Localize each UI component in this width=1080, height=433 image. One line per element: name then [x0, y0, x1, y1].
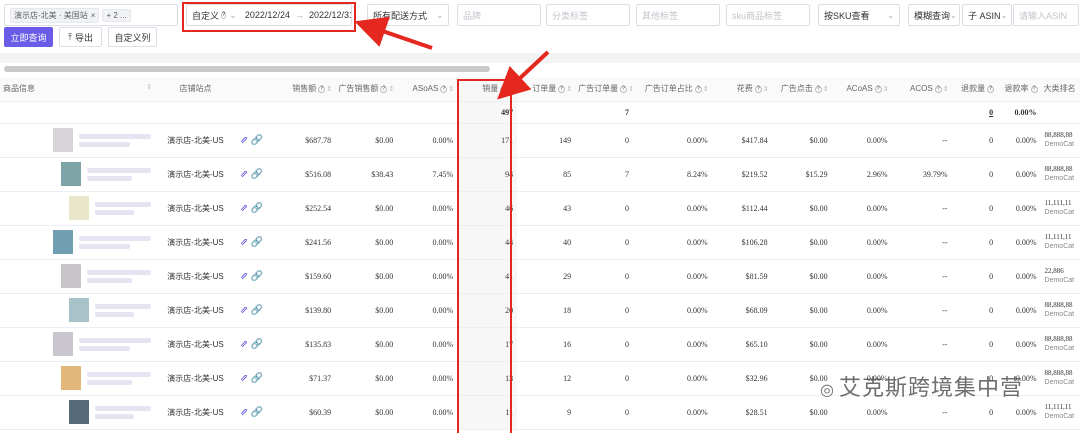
- watermark-text: 艾克斯跨境集中营: [838, 376, 1023, 401]
- annotation-arrows: [354, 16, 550, 100]
- arrow-to-date: [354, 16, 433, 50]
- watermark: ◎ 艾克斯跨境集中营: [820, 370, 1023, 402]
- arrow-to-qty: [497, 50, 550, 100]
- wechat-icon: ◎: [820, 380, 835, 399]
